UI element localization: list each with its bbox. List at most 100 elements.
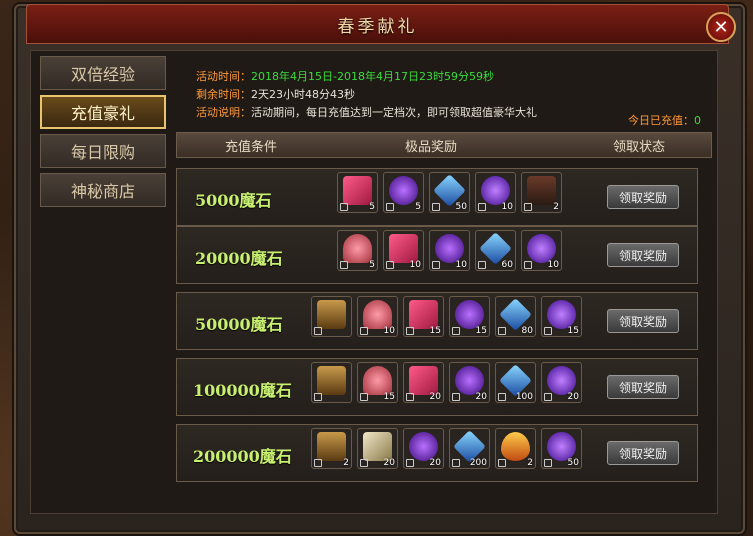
item-count: 2 [527,458,533,468]
reward-items: 5 5 50 10 2 [337,172,562,213]
reward-item[interactable]: 10 [521,230,562,271]
exp-orb-icon [481,176,510,205]
reward-item[interactable]: 20 [541,362,582,403]
reward-item[interactable]: 2 [495,428,536,469]
lock-icon [498,459,506,467]
reward-item[interactable]: 2 [311,428,352,469]
lock-icon [314,327,322,335]
reward-item[interactable]: 10 [383,230,424,271]
reward-item[interactable]: 10 [475,172,516,213]
lock-icon [406,393,414,401]
exp-orb-icon [547,300,576,329]
item-count: 20 [429,458,441,468]
reward-items: 15 20 20 100 20 [311,362,582,403]
time-label: 活动时间： [196,70,251,83]
item-count: 5 [369,260,375,270]
remain-value: 2天23小时48分43秒 [251,88,355,101]
reward-item[interactable]: 20 [403,362,444,403]
soul-30-icon [409,432,438,461]
item-count: 20 [383,458,395,468]
reward-item[interactable]: 20 [357,428,398,469]
item-count: 15 [429,326,441,336]
item-count: 50 [455,202,467,212]
reward-item[interactable]: 200 [449,428,490,469]
sidebar-tabs: 双倍经验 充值豪礼 每日限购 神秘商店 [40,56,166,212]
requirement-label: 5000魔石 [195,191,272,210]
header-requirement: 充值条件 [225,139,278,155]
reward-item[interactable]: 80 [495,296,536,337]
item-count: 2 [343,458,349,468]
item-count: 15 [567,326,579,336]
potion-icon [527,176,556,205]
reward-row: 5000魔石 5 5 50 10 2 领取奖励 [176,168,698,226]
reward-item[interactable]: 20 [449,362,490,403]
lock-icon [432,261,440,269]
reward-item[interactable]: 20 [403,428,444,469]
reward-item[interactable] [311,296,352,337]
item-count: 2 [553,202,559,212]
reward-item[interactable]: 60 [475,230,516,271]
tab-daily-limit[interactable]: 每日限购 [40,134,166,168]
reward-row: 100000魔石 15 20 20 100 20 领取奖励 [176,358,698,416]
claim-reward-button[interactable]: 领取奖励 [607,375,679,399]
reward-item[interactable]: 5 [383,172,424,213]
reward-item[interactable]: 2 [521,172,562,213]
claim-reward-button[interactable]: 领取奖励 [607,185,679,209]
lotus-icon [363,300,392,329]
tab-mystery-shop[interactable]: 神秘商店 [40,173,166,207]
requirement-label: 200000魔石 [193,447,292,466]
today-label: 今日已充值： [628,114,694,127]
lock-icon [360,393,368,401]
gift-icon [389,234,418,263]
reward-item[interactable]: 50 [429,172,470,213]
item-count: 60 [501,260,513,270]
event-info: 活动时间：2018年4月15日-2018年4月17日23时59分59秒 剩余时间… [196,68,537,122]
reward-row: 50000魔石 10 15 15 80 15 领取奖励 [176,292,698,350]
tab-double-exp[interactable]: 双倍经验 [40,56,166,90]
lock-icon [340,203,348,211]
item-count: 5 [415,202,421,212]
header-status: 领取状态 [613,139,666,155]
item-count: 200 [469,458,487,468]
reward-item[interactable] [311,362,352,403]
item-count: 100 [515,392,533,402]
requirement-label: 20000魔石 [195,249,283,268]
lock-icon [544,459,552,467]
close-button[interactable]: ✕ [706,12,736,42]
lock-icon [544,327,552,335]
item-count: 20 [475,392,487,402]
flame-gem-icon [501,432,530,461]
item-count: 5 [369,202,375,212]
lock-icon [386,261,394,269]
soul-20-icon [455,366,484,395]
lotus-icon [363,366,392,395]
reward-item[interactable]: 5 [337,230,378,271]
reward-items: 5 10 10 60 10 [337,230,562,271]
item-count: 15 [475,326,487,336]
reward-item[interactable]: 10 [429,230,470,271]
lock-icon [498,327,506,335]
reward-item[interactable]: 50 [541,428,582,469]
reward-item[interactable]: 5 [337,172,378,213]
reward-item[interactable]: 10 [357,296,398,337]
item-count: 50 [567,458,579,468]
claim-reward-button[interactable]: 领取奖励 [607,243,679,267]
claim-reward-button[interactable]: 领取奖励 [607,441,679,465]
exp-orb-icon [527,234,556,263]
reward-item[interactable]: 15 [541,296,582,337]
lock-icon [314,459,322,467]
remain-label: 剩余时间： [196,88,251,101]
tab-recharge-gift[interactable]: 充值豪礼 [40,95,166,129]
item-count: 20 [429,392,441,402]
lock-icon [406,327,414,335]
lock-icon [524,203,532,211]
lock-icon [406,459,414,467]
reward-item[interactable]: 15 [357,362,398,403]
reward-item[interactable]: 100 [495,362,536,403]
lotus-icon [343,234,372,263]
reward-items: 2 20 20 200 2 50 [311,428,582,469]
claim-reward-button[interactable]: 领取奖励 [607,309,679,333]
reward-item[interactable]: 15 [449,296,490,337]
item-count: 15 [383,392,395,402]
reward-item[interactable]: 15 [403,296,444,337]
